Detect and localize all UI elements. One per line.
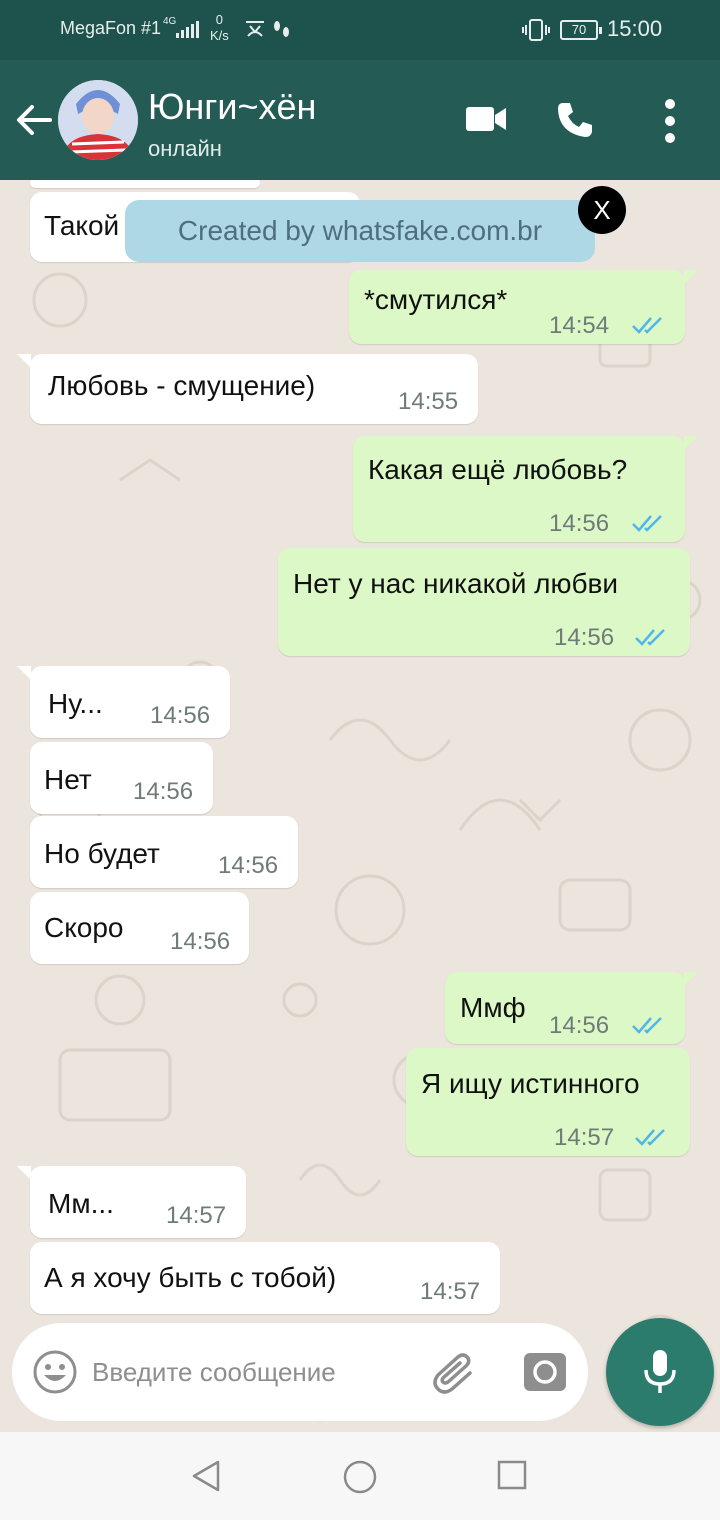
system-navigation-bar [0,1432,720,1520]
net-speed-unit: K/s [210,28,229,43]
message-bubble-incoming[interactable]: Любовь - смущение) 14:55 [17,354,478,424]
bubble-tail [684,972,698,986]
message-bubble-incoming[interactable] [30,180,260,188]
message-bubble-incoming[interactable]: Но будет 14:56 [30,816,298,888]
avatar-image [58,80,138,160]
message-time: 14:56 [218,852,279,879]
message-text: Любовь - смущение) [48,370,316,401]
message-text: Я ищу истинного [421,1068,640,1099]
bubble-tail [17,1166,31,1180]
footsteps-icon [274,21,289,37]
network-type: 4G [163,16,177,27]
status-bar: MegaFon #1 4G 0 K/s 70 15:00 [0,0,720,60]
message-time: 14:56 [133,778,194,805]
message-text: Какая ещё любовь? [368,454,628,485]
message-time: 14:56 [554,624,615,651]
notification-icon [246,21,264,37]
nav-recents-icon[interactable] [496,1459,528,1491]
message-time: 14:55 [398,388,459,415]
message-bubble-incoming[interactable]: Нет 14:56 [30,742,213,814]
message-text: Такой [44,210,120,241]
read-ticks-icon [632,515,662,532]
message-time: 14:57 [554,1124,615,1151]
message-text: А я хочу быть с тобой) [44,1262,337,1293]
message-bubble-outgoing[interactable]: Какая ещё любовь? 14:56 [353,436,698,542]
message-time: 14:56 [150,702,211,729]
contact-status: онлайн [148,136,222,161]
watermark-banner: Created by whatsfake.com.br [125,200,595,262]
read-ticks-icon [632,1017,662,1034]
bubble-tail [684,436,698,450]
voice-message-button[interactable] [606,1318,714,1426]
read-ticks-icon [635,1129,665,1146]
camera-icon[interactable] [522,1349,568,1393]
nav-back-icon[interactable] [190,1459,222,1493]
nav-home-icon[interactable] [342,1459,378,1495]
message-bubble-outgoing[interactable]: Ммф 14:56 [445,972,698,1044]
more-options-icon[interactable] [662,98,678,144]
avatar[interactable] [58,80,138,160]
message-text: Ммф [460,992,526,1023]
bubble-tail [684,270,698,284]
message-text: Мм... [48,1188,114,1219]
message-time: 14:57 [166,1202,227,1229]
message-text: Нет [44,764,92,795]
chat-header: Юнги~хён онлайн [0,60,720,180]
net-speed-value: 0 [215,12,224,27]
message-bubble-incoming[interactable]: Скоро 14:56 [30,892,249,964]
message-bubble-outgoing[interactable]: Я ищу истинного 14:57 [406,1048,690,1156]
emoji-icon[interactable] [32,1349,78,1395]
vibrate-icon [522,19,550,41]
mic-icon [644,1350,676,1393]
message-text: Нет у нас никакой любви [293,568,619,599]
message-bubble-outgoing[interactable]: *смутился* 14:54 [349,270,698,344]
message-bubble-incoming[interactable]: А я хочу быть с тобой) 14:57 [30,1242,500,1314]
bubble-tail [17,354,31,368]
message-bubble-incoming[interactable]: Мм... 14:57 [17,1166,246,1238]
battery-indicator: 70 [560,20,602,40]
message-bubble-outgoing[interactable]: Нет у нас никакой любви 14:56 [278,548,690,656]
net-speed: 0 K/s [210,12,229,44]
message-time: 14:56 [549,1012,610,1039]
back-arrow-icon[interactable] [12,98,56,142]
close-banner-button[interactable]: X [578,186,626,234]
carrier-name: MegaFon #1 [60,18,162,38]
message-text: Ну... [48,688,103,719]
read-ticks-icon [632,317,662,334]
message-input[interactable]: Введите сообщение [92,1357,336,1388]
contact-name[interactable]: Юнги~хён [148,86,316,128]
message-time: 14:56 [170,928,231,955]
chat-area[interactable]: Такой *смутился* 14:54 Любовь - смущение… [0,180,720,1430]
message-time: 14:56 [549,510,610,537]
video-call-icon[interactable] [465,104,507,134]
phone-icon[interactable] [555,100,595,140]
attach-icon[interactable] [430,1349,478,1395]
message-text: Скоро [44,912,124,943]
message-input-bar[interactable]: Введите сообщение [12,1323,588,1421]
message-time: 14:57 [420,1278,481,1305]
clock: 15:00 [607,16,663,41]
read-ticks-icon [635,629,665,646]
message-time: 14:54 [549,312,610,339]
bubble-tail [17,666,31,680]
message-text: Но будет [44,838,160,869]
message-text: *смутился* [364,284,508,315]
signal-icon [176,20,199,38]
message-bubble-incoming[interactable]: Ну... 14:56 [17,666,230,738]
